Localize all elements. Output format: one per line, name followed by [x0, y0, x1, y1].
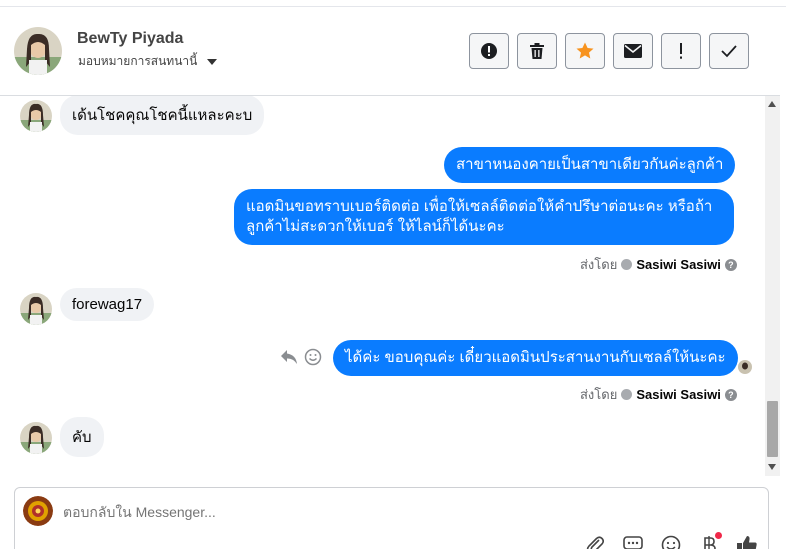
chat-bubble-icon [623, 536, 643, 549]
incoming-message[interactable]: forewag17 [60, 288, 155, 321]
outgoing-message[interactable]: สาขาหนองคายเป็นสาขาเดียวกันค่ะลูกค้า [444, 147, 736, 183]
star-button[interactable] [565, 33, 605, 69]
saved-replies-button[interactable] [622, 534, 644, 549]
delete-button[interactable] [517, 33, 557, 69]
star-icon [576, 42, 594, 59]
payment-button[interactable] [698, 532, 722, 549]
alert-circle-icon [481, 43, 497, 59]
envelope-icon [624, 44, 642, 58]
sent-by-label: ส่งโดย [580, 257, 618, 272]
scroll-down-icon[interactable] [768, 464, 776, 470]
incoming-message[interactable]: เด้นโชคคุณโชคนี้แหละคะบ [60, 96, 265, 135]
contact-avatar[interactable] [14, 27, 62, 75]
sent-by-name[interactable]: Sasiwi Sasiwi [636, 387, 721, 402]
reply-input[interactable] [63, 504, 563, 520]
message-line: ลูกค้าไม่สะดวกให้เบอร์ ให้ไลน์ก็ได้นะคะ [246, 218, 505, 235]
conversation-header: BewTy Piyada มอบหมายการสนทนานี้ [0, 8, 780, 96]
agent-dot-icon [621, 389, 633, 400]
outgoing-message[interactable]: แอดมินขอทราบเบอร์ติดต่อ เพื่อให้เซลล์ติด… [234, 189, 734, 245]
mark-spam-button[interactable] [469, 33, 509, 69]
reply-icon[interactable] [280, 349, 298, 365]
contact-name[interactable]: BewTy Piyada [77, 30, 183, 48]
sender-avatar [20, 293, 52, 325]
emoji-icon [661, 535, 681, 549]
composer-tools [584, 532, 758, 549]
react-smile-icon[interactable] [304, 348, 322, 366]
help-icon[interactable]: ? [724, 258, 737, 271]
top-border [0, 0, 786, 7]
conversation-actions [469, 33, 749, 69]
caret-down-icon [207, 58, 218, 65]
incoming-message[interactable]: คับ [60, 417, 104, 457]
scroll-thumb[interactable] [767, 401, 778, 457]
sent-by-info: ส่งโดย Sasiwi Sasiwi ? [580, 254, 737, 275]
mark-unread-button[interactable] [613, 33, 653, 69]
message-thread: เด้นโชคคุณโชคนี้แหละคะบ สาขาหนองคายเป็นส… [0, 96, 765, 476]
emoji-button[interactable] [660, 534, 682, 549]
help-icon[interactable]: ? [724, 388, 737, 401]
attach-button[interactable] [584, 534, 606, 549]
notification-dot [715, 532, 722, 539]
sent-by-info: ส่งโดย Sasiwi Sasiwi ? [580, 384, 737, 405]
outgoing-message[interactable]: ได้ค่ะ ขอบคุณค่ะ เดี๋ยวแอดมินประสานงานกั… [333, 340, 738, 376]
seen-avatar [738, 360, 752, 374]
assign-conversation-dropdown[interactable]: มอบหมายการสนทนานี้ [78, 52, 218, 71]
sent-by-name[interactable]: Sasiwi Sasiwi [636, 257, 721, 272]
reply-composer [14, 487, 769, 549]
mark-important-button[interactable] [661, 33, 701, 69]
like-button[interactable] [736, 534, 758, 549]
mark-done-button[interactable] [709, 33, 749, 69]
assign-label: มอบหมายการสนทนานี้ [78, 54, 198, 68]
sent-by-label: ส่งโดย [580, 387, 618, 402]
page-avatar [23, 496, 53, 526]
sender-avatar [20, 422, 52, 454]
thumbs-up-icon [737, 536, 757, 549]
sender-avatar [20, 100, 52, 132]
paperclip-icon [586, 536, 604, 549]
trash-icon [530, 43, 544, 59]
thread-scrollbar[interactable] [765, 96, 780, 476]
agent-dot-icon [621, 259, 633, 270]
message-line: แอดมินขอทราบเบอร์ติดต่อ เพื่อให้เซลล์ติด… [246, 198, 713, 215]
check-icon [721, 45, 737, 58]
scroll-up-icon[interactable] [768, 101, 776, 107]
exclamation-icon [680, 43, 682, 59]
